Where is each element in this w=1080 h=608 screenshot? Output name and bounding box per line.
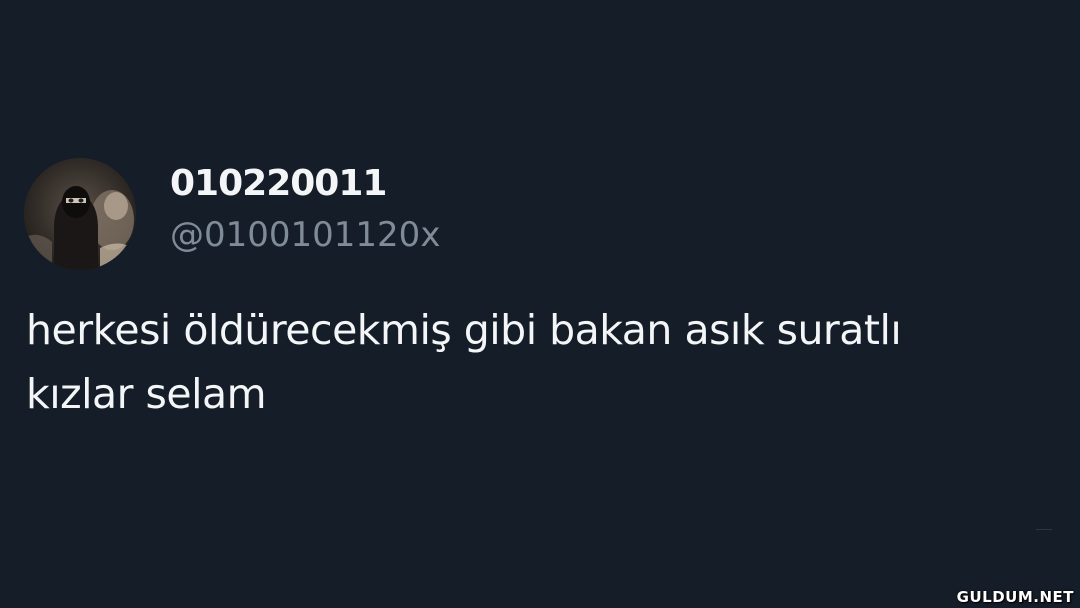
divider-mark [1036, 529, 1052, 530]
tweet-text: herkesi öldürecekmiş gibi bakan asık sur… [26, 306, 902, 418]
masked-person-avatar-icon [24, 158, 136, 270]
profile-avatar[interactable] [24, 158, 136, 270]
display-name[interactable]: 010220011 [170, 160, 387, 208]
tweet-screenshot: 010220011 @0100101120x herkesi öldürecek… [0, 0, 1080, 608]
user-handle[interactable]: @0100101120x [170, 212, 440, 258]
site-watermark: GULDUM.NET [956, 588, 1074, 606]
